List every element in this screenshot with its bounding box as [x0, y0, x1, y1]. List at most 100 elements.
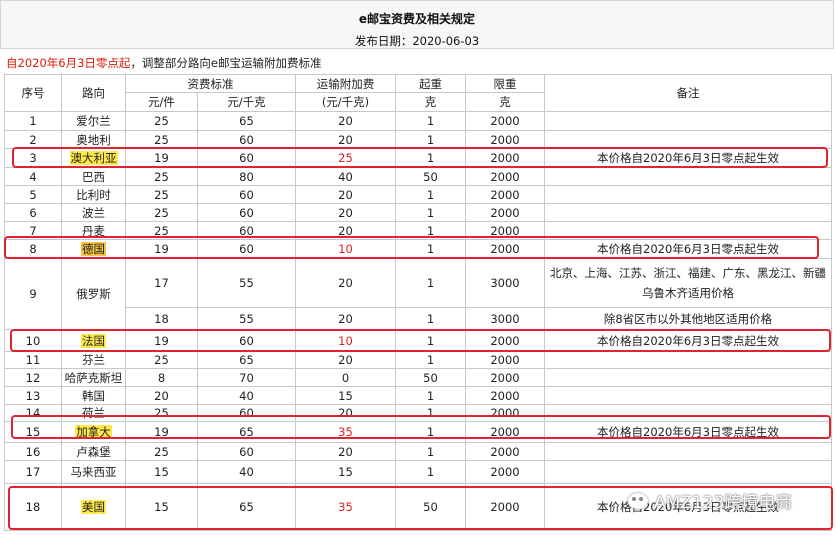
- table-row: 6 波兰 25 60 20 1 2000: [4, 203, 832, 222]
- cell-no: 12: [4, 368, 62, 387]
- cell-min: 1: [395, 307, 466, 330]
- document-header: e邮宝资费及相关规定 发布日期：2020-06-03: [0, 0, 834, 49]
- col-per-item: 元/件: [125, 92, 198, 112]
- cell-route: 比利时: [61, 185, 126, 204]
- table-row: 4 巴西 25 80 40 50 2000: [4, 167, 832, 186]
- col-limit-unit: 克: [465, 92, 545, 112]
- cell-limit: 2000: [465, 203, 545, 222]
- cell-per-kg: 65: [197, 351, 296, 369]
- col-limit-weight: 限重: [465, 74, 545, 93]
- cell-limit: 2000: [465, 386, 545, 405]
- tariff-table: 序号 路向 资费标准 运输附加费 起重 限重 备注 元/件 元/千克 (元/千克…: [4, 74, 832, 531]
- col-surcharge-unit: (元/千克): [295, 92, 396, 112]
- notice-text: ，调整部分路向e邮宝运输附加费标准: [130, 56, 322, 70]
- cell-min: 1: [395, 351, 466, 369]
- cell-route: 俄罗斯: [61, 258, 126, 330]
- cell-per-kg: 40: [197, 386, 296, 405]
- cell-route: 马来西亚: [61, 460, 126, 484]
- cell-no: 9: [4, 258, 62, 330]
- watermark-text: AMZ123跨境电商: [654, 493, 793, 513]
- cell-no: 6: [4, 203, 62, 222]
- cell-route: 奥地利: [61, 130, 126, 149]
- cell-min: 1: [395, 258, 466, 308]
- cell-remark: [544, 368, 832, 387]
- cell-per-item: 25: [125, 185, 198, 204]
- cell-per-item: 8: [125, 368, 198, 387]
- cell-limit: 2000: [465, 460, 545, 484]
- cell-min: 50: [395, 368, 466, 387]
- col-per-kg: 元/千克: [197, 92, 296, 112]
- cell-remark: [544, 351, 832, 369]
- table-row: 12 哈萨克斯坦 8 70 0 50 2000: [4, 368, 832, 387]
- cell-surcharge: 15: [295, 386, 396, 405]
- cell-per-kg: 55: [197, 258, 296, 308]
- cell-surcharge: 20: [295, 258, 396, 308]
- cell-min: 1: [395, 130, 466, 149]
- col-min-weight: 起重: [395, 74, 466, 93]
- cell-per-kg: 55: [197, 307, 296, 330]
- cell-surcharge: 20: [295, 351, 396, 369]
- cell-route: 波兰: [61, 203, 126, 222]
- cell-surcharge: 40: [295, 167, 396, 186]
- cell-no: 2: [4, 130, 62, 149]
- cell-per-kg: 60: [197, 442, 296, 461]
- cell-remark: [544, 460, 832, 484]
- col-surcharge: 运输附加费: [295, 74, 396, 93]
- cell-limit: 2000: [465, 167, 545, 186]
- cell-route: 哈萨克斯坦: [61, 368, 126, 387]
- cell-route: 芬兰: [61, 351, 126, 369]
- table-row: 11 芬兰 25 65 20 1 2000: [4, 351, 832, 369]
- cell-surcharge: 20: [295, 111, 396, 131]
- table-row: 1 爱尔兰 25 65 20 1 2000: [4, 111, 832, 131]
- cell-route: 卢森堡: [61, 442, 126, 461]
- cell-no: 11: [4, 351, 62, 369]
- cell-remark: [544, 442, 832, 461]
- cell-no: 1: [4, 111, 62, 131]
- table-row: 18 55 20 1 3000 除8省区市以外其他地区适用价格: [5, 307, 832, 330]
- highlight-box-row-8: [4, 236, 819, 259]
- cell-limit: 3000: [465, 258, 545, 308]
- watermark: AMZ123跨境电商: [628, 488, 792, 513]
- cell-per-item: 17: [125, 258, 198, 308]
- cell-min: 50: [395, 167, 466, 186]
- cell-no: 13: [4, 386, 62, 405]
- cell-remark: [544, 203, 832, 222]
- cell-limit: 2000: [465, 111, 545, 131]
- cell-route: 巴西: [61, 167, 126, 186]
- table-row: 13 韩国 20 40 15 1 2000: [4, 386, 832, 405]
- cell-surcharge: 20: [295, 130, 396, 149]
- cell-limit: 2000: [465, 130, 545, 149]
- cell-remark: [544, 167, 832, 186]
- cell-per-item: 25: [125, 203, 198, 222]
- table-row: 17 马来西亚 15 40 15 1 2000: [4, 460, 832, 484]
- cell-no: 17: [4, 460, 62, 484]
- cell-no: 5: [4, 185, 62, 204]
- cell-per-item: 20: [125, 386, 198, 405]
- cell-per-kg: 65: [197, 111, 296, 131]
- col-seq: 序号: [4, 74, 62, 112]
- cell-per-item: 18: [125, 307, 198, 330]
- highlight-box-row-10: [10, 329, 831, 352]
- cell-per-item: 25: [125, 442, 198, 461]
- cell-no: 16: [4, 442, 62, 461]
- cell-route: 爱尔兰: [61, 111, 126, 131]
- cell-min: 1: [395, 442, 466, 461]
- cell-per-kg: 70: [197, 368, 296, 387]
- cell-min: 1: [395, 185, 466, 204]
- cell-per-item: 25: [125, 111, 198, 131]
- cell-per-kg: 60: [197, 203, 296, 222]
- table-row: 16 卢森堡 25 60 20 1 2000: [4, 442, 832, 461]
- highlight-box-row-15: [11, 415, 831, 439]
- cell-per-item: 25: [125, 167, 198, 186]
- cell-route: 韩国: [61, 386, 126, 405]
- notice-date: 自2020年6月3日零点起: [6, 56, 131, 70]
- cell-remark: 除8省区市以外其他地区适用价格: [544, 307, 832, 330]
- document-title: e邮宝资费及相关规定: [358, 12, 476, 26]
- table-row: 9 俄罗斯 17 55 20 1 3000 北京、上海、江苏、浙江、福建、广东、黑龙江、…: [4, 258, 832, 330]
- cell-remark: [544, 386, 832, 405]
- cell-per-kg: 80: [197, 167, 296, 186]
- cell-limit: 2000: [465, 185, 545, 204]
- col-remark: 备注: [544, 74, 832, 112]
- cell-min: 1: [395, 386, 466, 405]
- publish-date: 发布日期：2020-06-03: [354, 34, 480, 48]
